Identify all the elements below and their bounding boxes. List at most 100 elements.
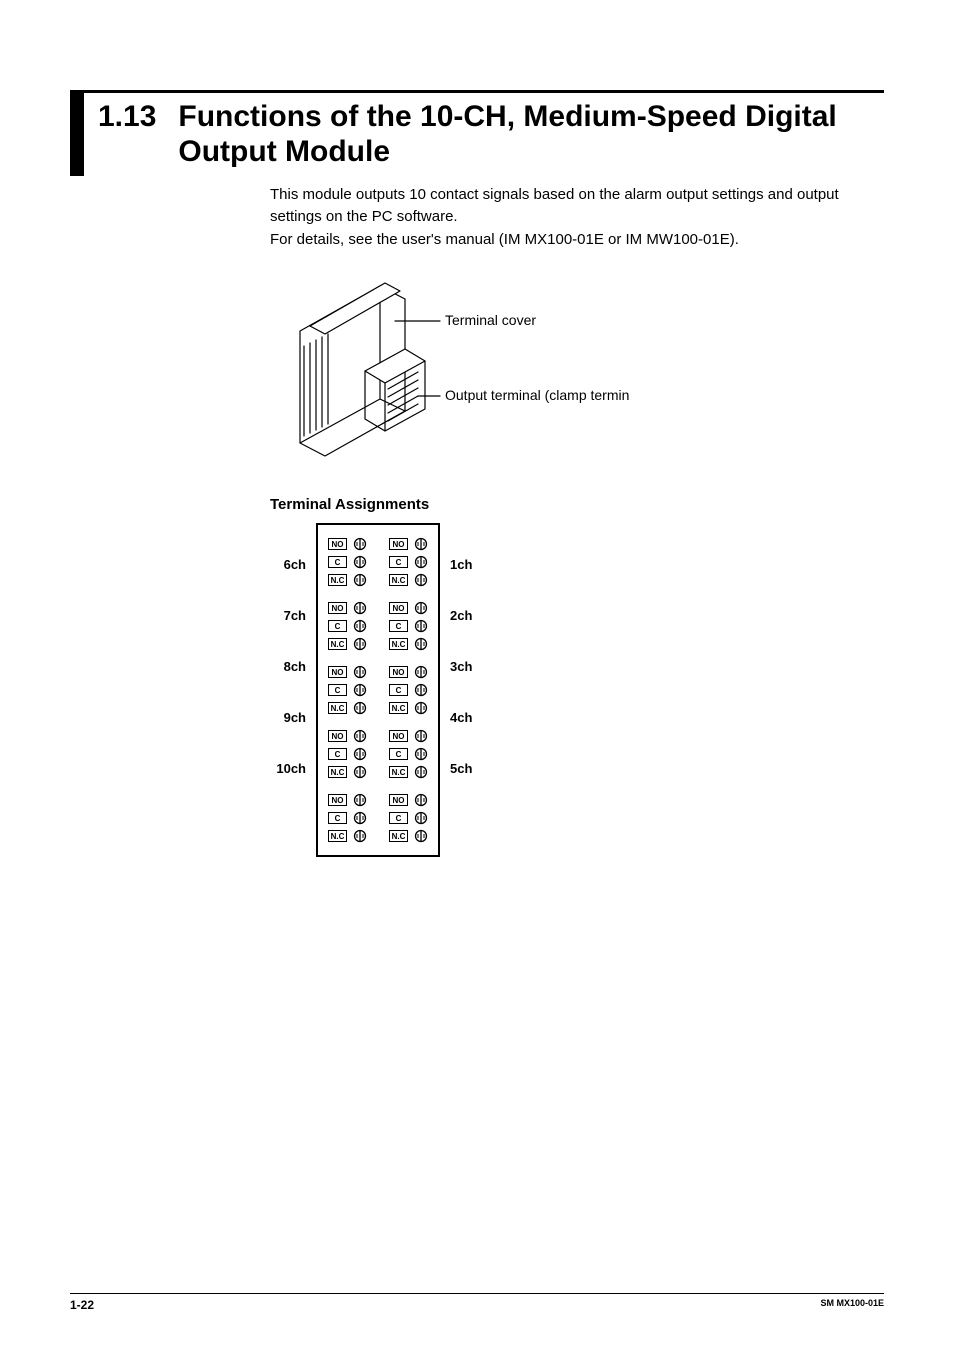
terminal-group: NO C N.C (389, 537, 428, 587)
terminal-group: NO C N.C (328, 665, 367, 715)
ch-label: 3ch (450, 659, 472, 674)
terminal-panel: NO C N.C NO C N.C NO C N.C NO C N.C (316, 523, 440, 857)
contact-tag: NO (389, 666, 408, 678)
page-footer: 1-22 SM MX100-01E (70, 1293, 884, 1312)
screw-icon (353, 811, 367, 825)
screw-icon (353, 729, 367, 743)
terminal-group: NO C N.C (389, 665, 428, 715)
screw-icon (414, 701, 428, 715)
terminal-assignments-diagram: 6ch 7ch 8ch 9ch 10ch NO C N.C NO C N.C (270, 523, 884, 857)
ch-label: 8ch (284, 659, 306, 674)
right-channel-labels: 1ch 2ch 3ch 4ch 5ch (450, 523, 486, 776)
ch-label: 4ch (450, 710, 472, 725)
contact-tag: C (328, 620, 347, 632)
terminal-group: NO C N.C (389, 601, 428, 651)
ch-label: 1ch (450, 557, 472, 572)
contact-tag: N.C (328, 702, 347, 714)
terminal-column-right: NO C N.C NO C N.C NO C N.C NO C N.C (389, 537, 428, 843)
subheading-terminal-assignments: Terminal Assignments (270, 496, 884, 513)
section-heading: 1.13 Functions of the 10-CH, Medium-Spee… (70, 90, 884, 176)
contact-tag: NO (389, 602, 408, 614)
screw-icon (414, 765, 428, 779)
screw-icon (353, 747, 367, 761)
screw-icon (353, 683, 367, 697)
section-title: Functions of the 10-CH, Medium-Speed Dig… (178, 99, 836, 170)
callout-terminal-cover: Terminal cover (445, 312, 536, 328)
screw-icon (353, 637, 367, 651)
title-line-1: Functions of the 10-CH, Medium-Speed Dig… (178, 100, 836, 133)
screw-icon (353, 601, 367, 615)
contact-tag: NO (389, 538, 408, 550)
screw-icon (414, 793, 428, 807)
screw-icon (414, 829, 428, 843)
contact-tag: C (389, 684, 408, 696)
terminal-group: NO C N.C (328, 601, 367, 651)
contact-tag: C (328, 556, 347, 568)
terminal-group: NO C N.C (328, 793, 367, 843)
screw-icon (414, 555, 428, 569)
contact-tag: N.C (389, 574, 408, 586)
contact-tag: C (328, 748, 347, 760)
ch-label: 9ch (284, 710, 306, 725)
contact-tag: N.C (389, 702, 408, 714)
callout-output-terminal: Output terminal (clamp terminal) (445, 387, 630, 403)
screw-icon (414, 665, 428, 679)
ch-label: 6ch (284, 557, 306, 572)
screw-icon (414, 637, 428, 651)
contact-tag: C (328, 812, 347, 824)
body-text: This module outputs 10 contact signals b… (270, 184, 884, 252)
contact-tag: N.C (328, 638, 347, 650)
contact-tag: N.C (328, 574, 347, 586)
contact-tag: NO (328, 538, 347, 550)
ch-label: 10ch (276, 761, 306, 776)
terminal-group: NO C N.C (328, 537, 367, 587)
document-id: SM MX100-01E (820, 1298, 884, 1312)
screw-icon (353, 793, 367, 807)
screw-icon (353, 701, 367, 715)
screw-icon (414, 811, 428, 825)
contact-tag: C (328, 684, 347, 696)
contact-tag: NO (389, 794, 408, 806)
screw-icon (353, 555, 367, 569)
contact-tag: C (389, 812, 408, 824)
contact-tag: N.C (389, 638, 408, 650)
screw-icon (414, 619, 428, 633)
ch-label: 2ch (450, 608, 472, 623)
terminal-group: NO C N.C (389, 793, 428, 843)
left-channel-labels: 6ch 7ch 8ch 9ch 10ch (270, 523, 306, 776)
screw-icon (353, 537, 367, 551)
screw-icon (414, 537, 428, 551)
title-line-2: Output Module (178, 135, 390, 168)
contact-tag: N.C (328, 830, 347, 842)
contact-tag: C (389, 748, 408, 760)
contact-tag: NO (328, 730, 347, 742)
contact-tag: NO (328, 602, 347, 614)
screw-icon (414, 573, 428, 587)
page-number: 1-22 (70, 1298, 94, 1312)
screw-icon (414, 747, 428, 761)
screw-icon (353, 619, 367, 633)
screw-icon (353, 665, 367, 679)
terminal-column-left: NO C N.C NO C N.C NO C N.C NO C N.C (328, 537, 367, 843)
terminal-group: NO C N.C (328, 729, 367, 779)
ch-label: 5ch (450, 761, 472, 776)
screw-icon (353, 829, 367, 843)
contact-tag: NO (389, 730, 408, 742)
screw-icon (353, 765, 367, 779)
contact-tag: NO (328, 794, 347, 806)
terminal-group: NO C N.C (389, 729, 428, 779)
contact-tag: C (389, 556, 408, 568)
contact-tag: N.C (328, 766, 347, 778)
screw-icon (414, 601, 428, 615)
module-illustration: Terminal cover Output terminal (clamp te… (270, 271, 884, 476)
contact-tag: N.C (389, 766, 408, 778)
paragraph-1: This module outputs 10 contact signals b… (270, 184, 884, 229)
contact-tag: NO (328, 666, 347, 678)
ch-label: 7ch (284, 608, 306, 623)
screw-icon (353, 573, 367, 587)
section-number: 1.13 (98, 100, 156, 134)
contact-tag: N.C (389, 830, 408, 842)
contact-tag: C (389, 620, 408, 632)
screw-icon (414, 683, 428, 697)
paragraph-2: For details, see the user's manual (IM M… (270, 229, 884, 252)
